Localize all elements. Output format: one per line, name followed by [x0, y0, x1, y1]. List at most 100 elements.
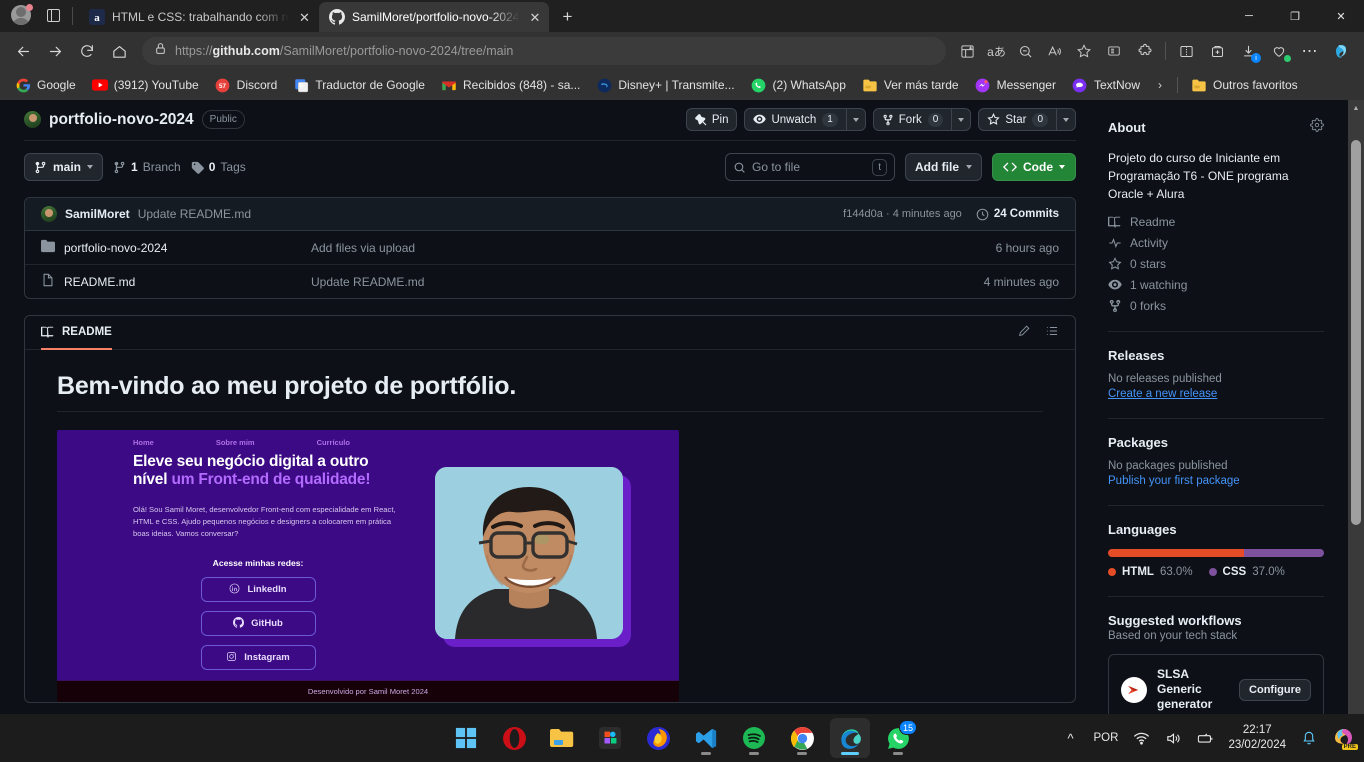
star-dropdown[interactable] [1056, 108, 1076, 131]
favorite-star-icon[interactable] [1070, 38, 1097, 64]
bookmark-textnow[interactable]: TextNow [1065, 74, 1147, 96]
bookmark-whatsapp[interactable]: (2) WhatsApp [744, 74, 853, 96]
back-button[interactable] [8, 36, 38, 66]
close-icon[interactable]: ✕ [526, 9, 543, 26]
add-to-collection-icon[interactable] [1202, 36, 1232, 66]
scroll-up-arrow[interactable]: ▲ [1348, 100, 1364, 116]
bookmarks-overflow-button[interactable]: › [1149, 78, 1171, 92]
commit-message[interactable]: Update README.md [138, 207, 251, 221]
taskbar-spotify[interactable] [734, 718, 774, 758]
split-screen-icon[interactable] [1171, 36, 1201, 66]
scrollbar-thumb[interactable] [1351, 140, 1361, 525]
bookmark-discord[interactable]: 57 Discord [208, 74, 285, 96]
language-item-css[interactable]: CSS 37.0% [1208, 566, 1285, 578]
other-favorites-folder[interactable]: Outros favoritos [1184, 74, 1305, 96]
unwatch-button[interactable]: Unwatch 1 [744, 108, 846, 131]
bookmark-gmail[interactable]: Recibidos (848) - sa... [434, 74, 587, 96]
forward-button[interactable] [40, 36, 70, 66]
downloads-icon[interactable]: i [1233, 36, 1263, 66]
go-to-file-input[interactable]: Go to file t [725, 153, 895, 181]
browser-tab-1[interactable]: a HTML e CSS: trabalhando com re ✕ [79, 2, 319, 32]
sidebar-item-stars[interactable]: 0 stars [1108, 257, 1324, 271]
fork-button[interactable]: Fork 0 [872, 108, 952, 131]
copilot-icon[interactable]: PRE [1328, 723, 1358, 753]
address-bar[interactable]: https://github.com/SamilMoret/portfolio-… [142, 37, 946, 65]
browser-tab-2[interactable]: SamilMoret/portfolio-novo-2024 ✕ [319, 2, 550, 32]
list-icon[interactable] [1045, 324, 1059, 341]
unwatch-dropdown[interactable] [845, 108, 866, 131]
sidebar-item-forks[interactable]: 0 forks [1108, 299, 1324, 313]
publish-package-link[interactable]: Publish your first package [1108, 475, 1324, 487]
table-row[interactable]: README.md Update README.md 4 minutes ago [25, 265, 1075, 298]
file-name[interactable]: README.md [64, 275, 135, 289]
more-options-icon[interactable]: ⋯ [1295, 36, 1325, 66]
language-indicator[interactable]: POR [1090, 723, 1123, 753]
pencil-icon[interactable] [1017, 324, 1031, 341]
bookmark-messenger[interactable]: Messenger [968, 74, 1063, 96]
commits-count-link[interactable]: 24 Commits [976, 208, 1059, 221]
add-file-button[interactable]: Add file [905, 153, 982, 181]
bookmark-translate[interactable]: G Traductor de Google [286, 74, 432, 96]
tab-actions-button[interactable] [38, 0, 68, 30]
taskbar-figma[interactable] [590, 718, 630, 758]
taskbar-file-explorer[interactable] [542, 718, 582, 758]
bookmark-ver-mas-tarde[interactable]: Ver más tarde [855, 74, 966, 96]
new-tab-button[interactable]: + [553, 3, 581, 31]
start-button[interactable] [446, 718, 486, 758]
file-commit-message[interactable]: Add files via upload [311, 241, 996, 255]
sidebar-item-readme[interactable]: Readme [1108, 215, 1324, 229]
commit-sha[interactable]: f144d0a [843, 208, 883, 220]
language-item-html[interactable]: HTML 63.0% [1108, 566, 1193, 578]
bookmark-disney[interactable]: Disney+ | Transmite... [589, 74, 741, 96]
fork-dropdown[interactable] [951, 108, 972, 131]
page-scrollbar[interactable]: ▲ ▼ [1348, 100, 1364, 762]
language-segment-css[interactable] [1244, 549, 1324, 557]
bookmark-youtube[interactable]: (3912) YouTube [85, 74, 206, 96]
taskbar-opera[interactable] [494, 718, 534, 758]
tab-readme[interactable]: README [41, 325, 112, 350]
create-release-link[interactable]: Create a new release [1108, 388, 1324, 400]
sidebar-item-watching[interactable]: 1 watching [1108, 278, 1324, 292]
language-segment-html[interactable] [1108, 549, 1245, 557]
gear-icon[interactable] [1310, 118, 1324, 137]
battery-icon[interactable] [1192, 723, 1218, 753]
file-name[interactable]: portfolio-novo-2024 [64, 241, 167, 255]
volume-icon[interactable] [1160, 723, 1186, 753]
branch-selector[interactable]: main [24, 153, 104, 181]
home-button[interactable] [104, 36, 134, 66]
table-row[interactable]: portfolio-novo-2024 Add files via upload… [25, 231, 1075, 265]
configure-button[interactable]: Configure [1239, 678, 1311, 701]
read-aloud-icon[interactable] [1041, 38, 1068, 64]
repo-name[interactable]: portfolio-novo-2024 [49, 111, 194, 129]
tags-link[interactable]: 0 Tags [191, 160, 246, 174]
reload-button[interactable] [72, 36, 102, 66]
star-button[interactable]: Star 0 [978, 108, 1056, 131]
code-button[interactable]: Code [992, 153, 1076, 181]
profile-button[interactable] [6, 0, 36, 30]
sidebar-toggle-icon[interactable] [1099, 36, 1129, 66]
sidebar-item-activity[interactable]: Activity [1108, 236, 1324, 250]
taskbar-chrome[interactable] [782, 718, 822, 758]
close-icon[interactable]: ✕ [296, 9, 313, 26]
browser-essentials-icon[interactable] [1264, 36, 1294, 66]
collections-icon[interactable] [954, 38, 981, 64]
copilot-icon[interactable] [1326, 36, 1356, 66]
branches-link[interactable]: 1 Branch [113, 160, 181, 174]
bookmark-google[interactable]: Google [8, 74, 83, 96]
taskbar-vscode[interactable] [686, 718, 726, 758]
commit-author[interactable]: SamilMoret [65, 207, 130, 221]
taskbar-whatsapp[interactable]: 15 [878, 718, 918, 758]
wifi-icon[interactable] [1128, 723, 1154, 753]
tray-overflow-button[interactable]: ^ [1058, 723, 1084, 753]
extensions-icon[interactable] [1130, 36, 1160, 66]
minimize-button[interactable]: ─ [1226, 0, 1272, 32]
maximize-button[interactable]: ❐ [1272, 0, 1318, 32]
zoom-out-icon[interactable] [1012, 38, 1039, 64]
taskbar-edge[interactable] [830, 718, 870, 758]
file-commit-message[interactable]: Update README.md [311, 275, 984, 289]
close-button[interactable]: ✕ [1318, 0, 1364, 32]
bell-icon[interactable] [1296, 723, 1322, 753]
clock[interactable]: 22:17 23/02/2024 [1224, 723, 1290, 752]
taskbar-firefox[interactable] [638, 718, 678, 758]
pin-button[interactable]: Pin [685, 108, 738, 131]
